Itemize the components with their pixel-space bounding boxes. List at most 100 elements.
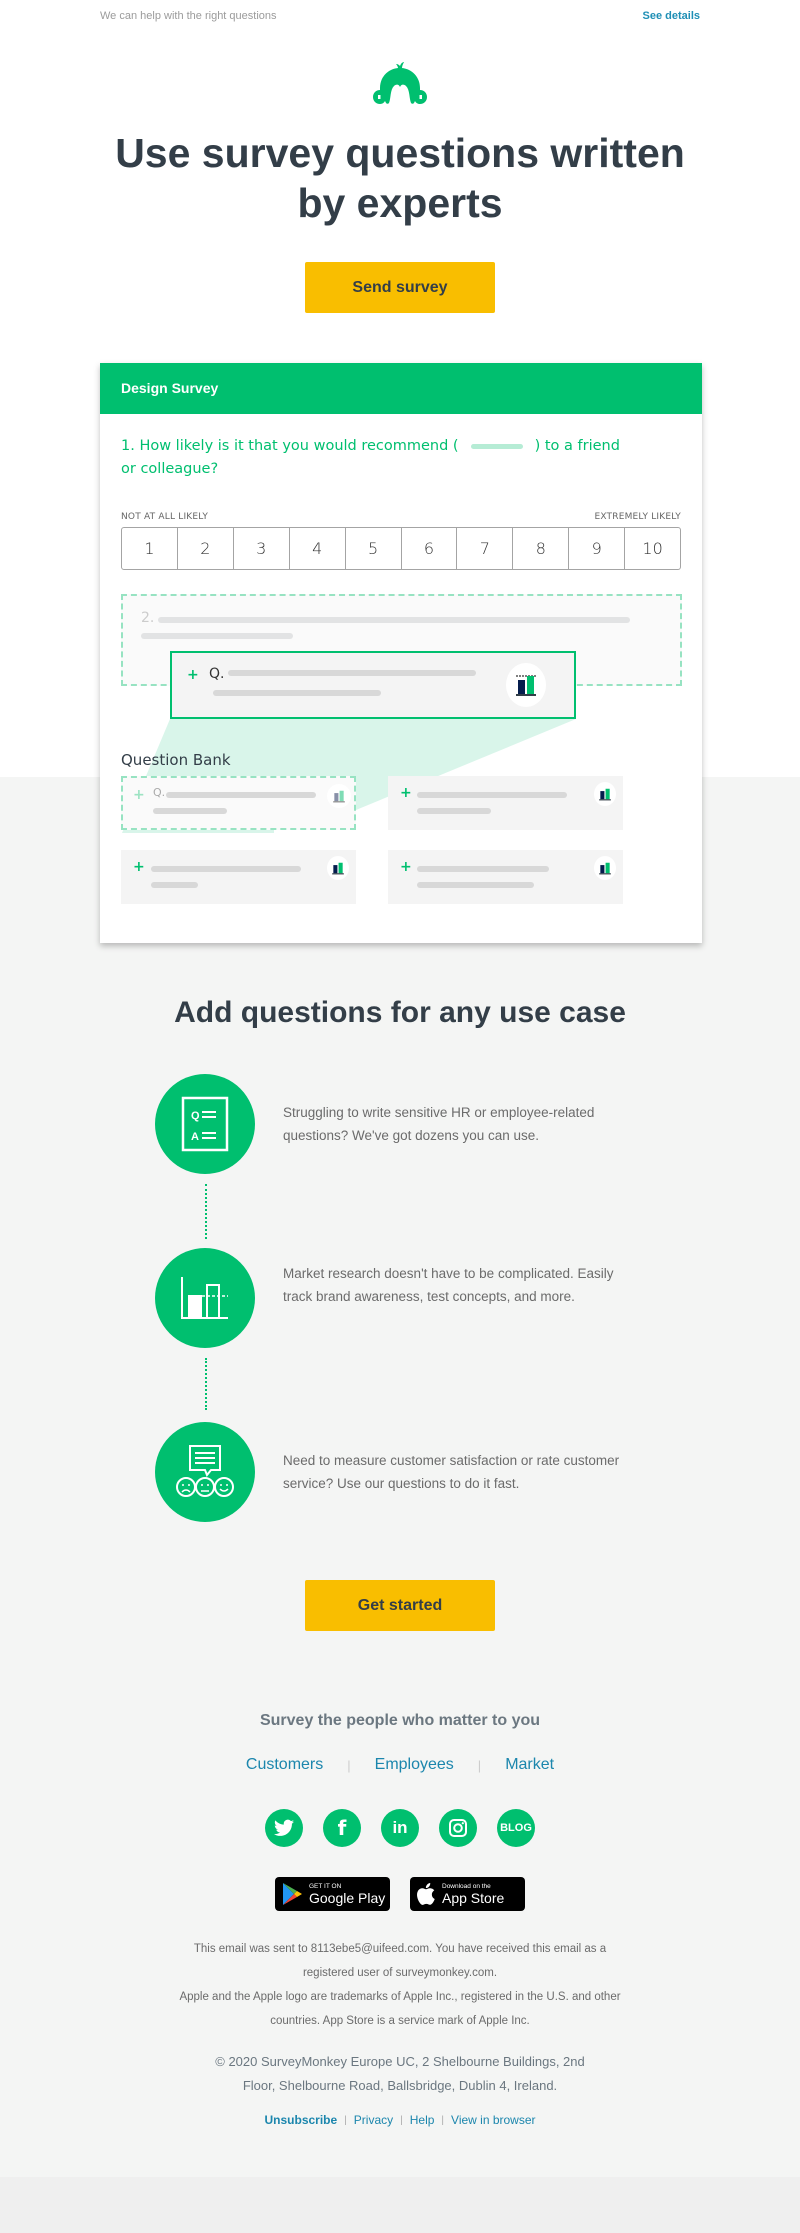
audience-title: Survey the people who matter to you xyxy=(259,1712,541,1729)
plus-icon: + xyxy=(133,859,145,875)
market-link[interactable]: Market xyxy=(505,1756,554,1774)
surveymonkey-logo-icon xyxy=(373,62,427,104)
bar-chart-icon xyxy=(181,1277,228,1319)
separator: | xyxy=(441,2114,445,2126)
bar-chart-icon xyxy=(516,675,536,696)
app-store-badges: GET IT ON Google Play Download on the Ap… xyxy=(275,1877,525,1911)
placeholder-line xyxy=(153,808,227,814)
connector-line xyxy=(205,1184,207,1239)
svg-text:A: A xyxy=(191,1131,199,1143)
separator: | xyxy=(344,2114,347,2126)
question-bank-title: Question Bank xyxy=(121,751,231,769)
preheader: We can help with the right questions See… xyxy=(100,10,700,26)
facebook-link[interactable]: f xyxy=(323,1809,361,1847)
audience-links: Customers | Employees | Market xyxy=(100,1756,700,1774)
view-in-browser-link[interactable]: View in browser xyxy=(451,2113,535,2127)
scale-high-label: EXTREMELY LIKELY xyxy=(594,512,681,522)
question-1-text-start: 1. How likely is it that you would recom… xyxy=(121,438,459,454)
see-details-link[interactable]: See details xyxy=(643,10,700,22)
google-play-big: Google Play xyxy=(309,1889,386,1906)
question-label: Q. xyxy=(209,666,225,682)
separator: | xyxy=(477,1757,482,1773)
qa-document-icon: Q A xyxy=(181,1096,229,1152)
design-survey-card: Design Survey 1. How likely is it that y… xyxy=(100,363,702,943)
chart-badge xyxy=(327,856,349,880)
blog-icon: BLOG xyxy=(500,1822,532,1834)
twitter-icon xyxy=(274,1819,294,1836)
use-case-text: Market research doesn't have to be compl… xyxy=(283,1266,614,1304)
separator: | xyxy=(400,2114,403,2126)
customers-link[interactable]: Customers xyxy=(246,1756,323,1774)
scale-option[interactable]: 5 xyxy=(346,528,402,569)
placeholder-line xyxy=(417,866,549,872)
google-play-badge[interactable]: GET IT ON Google Play xyxy=(275,1877,390,1911)
use-case-icon-circle: Q A xyxy=(155,1074,255,1174)
get-started-button[interactable]: Get started xyxy=(305,1580,495,1631)
facebook-icon: f xyxy=(337,1816,347,1840)
preheader-text: We can help with the right questions xyxy=(100,10,277,22)
plus-icon: + xyxy=(400,859,412,875)
unsubscribe-link[interactable]: Unsubscribe xyxy=(264,2113,337,2127)
question-bank-item[interactable]: + xyxy=(121,850,356,904)
dragged-question-card[interactable]: + Q. xyxy=(170,651,576,719)
placeholder-line xyxy=(151,866,301,872)
scale-labels: NOT AT ALL LIKELY EXTREMELY LIKELY xyxy=(121,512,681,522)
use-case-text: Need to measure customer satisfaction or… xyxy=(283,1453,620,1491)
card-header: Design Survey xyxy=(100,363,702,414)
scale-option[interactable]: 8 xyxy=(513,528,570,569)
employees-link[interactable]: Employees xyxy=(375,1756,454,1774)
google-play-icon xyxy=(283,1883,302,1905)
use-case-title: Add questions for any use case xyxy=(174,996,626,1029)
question-label: Q. xyxy=(153,786,166,799)
chart-badge xyxy=(594,856,616,880)
placeholder-line xyxy=(417,792,567,798)
scale-option[interactable]: 2 xyxy=(178,528,234,569)
send-survey-button[interactable]: Send survey xyxy=(305,262,495,313)
use-case-icon-circle xyxy=(155,1248,255,1348)
bar-chart-icon xyxy=(599,862,611,875)
placeholder-line xyxy=(417,808,491,814)
question-bank-item[interactable]: + xyxy=(388,776,623,830)
question-bank-item[interactable]: + Q. xyxy=(121,776,356,830)
hero-title: Use survey questions written by experts xyxy=(115,130,685,226)
placeholder-line xyxy=(158,617,630,623)
placeholder-line xyxy=(166,792,316,798)
plus-icon: + xyxy=(400,785,412,801)
legal-text: This email was sent to 8113ebe5@uifeed.c… xyxy=(170,1937,630,2033)
twitter-link[interactable] xyxy=(265,1809,303,1847)
use-case-text: Struggling to write sensitive HR or empl… xyxy=(283,1105,595,1143)
bar-chart-icon xyxy=(599,788,611,801)
bar-chart-icon xyxy=(333,790,345,803)
nps-scale: 1 2 3 4 5 6 7 8 9 10 xyxy=(121,527,681,570)
scale-option[interactable]: 3 xyxy=(234,528,290,569)
scale-option[interactable]: 1 xyxy=(122,528,178,569)
connector-line xyxy=(205,1358,207,1410)
footer-links: Unsubscribe | Privacy | Help | View in b… xyxy=(100,2113,700,2127)
plus-icon: + xyxy=(187,667,199,683)
question-bank-item[interactable]: + xyxy=(388,850,623,904)
page-bottom xyxy=(0,2178,800,2233)
blog-link[interactable]: BLOG xyxy=(497,1809,535,1847)
scale-option[interactable]: 9 xyxy=(569,528,626,569)
bar-chart-icon xyxy=(332,862,344,875)
app-store-badge[interactable]: Download on the App Store xyxy=(410,1877,525,1911)
apple-trademark-notice: Apple and the Apple logo are trademarks … xyxy=(179,1991,621,2027)
placeholder-line xyxy=(141,633,293,639)
feedback-faces-icon xyxy=(176,1445,234,1497)
scale-low-label: NOT AT ALL LIKELY xyxy=(121,512,209,522)
help-link[interactable]: Help xyxy=(410,2113,435,2127)
separator: | xyxy=(347,1757,351,1773)
scale-option[interactable]: 6 xyxy=(402,528,458,569)
linkedin-link[interactable]: in xyxy=(381,1809,419,1847)
recipient-notice: This email was sent to 8113ebe5@uifeed.c… xyxy=(193,1943,607,1979)
scale-option[interactable]: 10 xyxy=(625,528,680,569)
linkedin-icon: in xyxy=(392,1818,408,1837)
scale-option[interactable]: 7 xyxy=(457,528,514,569)
placeholder-line xyxy=(417,882,534,888)
question-1: 1. How likely is it that you would recom… xyxy=(121,435,621,481)
instagram-link[interactable] xyxy=(439,1809,477,1847)
privacy-link[interactable]: Privacy xyxy=(354,2113,393,2127)
scale-option[interactable]: 4 xyxy=(290,528,346,569)
use-case-icon-circle xyxy=(155,1422,255,1522)
social-links: f in BLOG xyxy=(265,1809,535,1847)
